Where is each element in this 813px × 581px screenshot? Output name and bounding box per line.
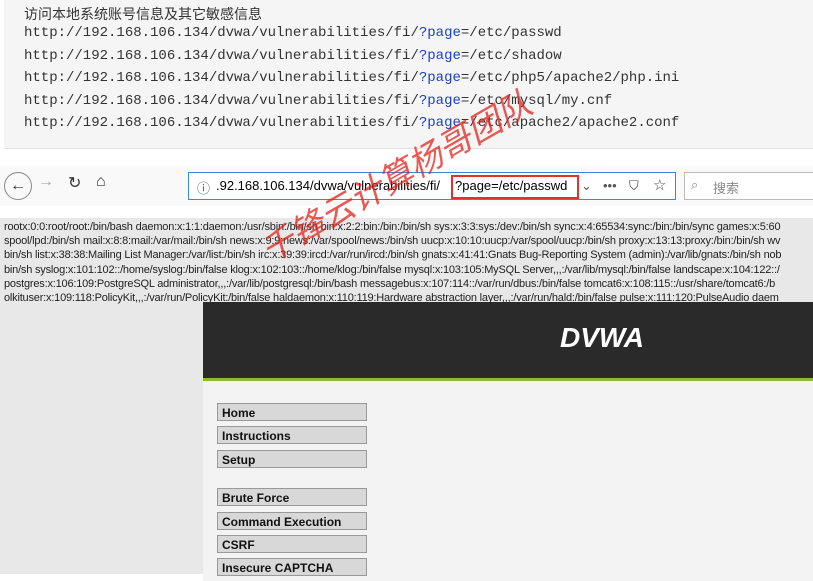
menu-item[interactable]: CSRF [217, 535, 367, 553]
dvwa-menu: Home Instructions Setup Brute Force Command … [203, 381, 813, 581]
url-value: =/etc/apache2/apache2.conf [460, 115, 680, 132]
page-content: rootx:0:0:root/root:/bin/bash daemon:x:1… [0, 218, 813, 581]
dvwa-logo: DVWA [560, 322, 644, 353]
menu-item[interactable]: Instructions [217, 426, 367, 444]
search-input[interactable]: ⌕ 搜索 [684, 172, 813, 200]
back-icon[interactable]: ← [4, 172, 32, 200]
passwd-line: postgres:x:106:109:PostgreSQL administra… [4, 277, 776, 290]
search-icon: ⌕ [691, 177, 699, 192]
url-bar[interactable]: ⓘ .92.168.106.134/dvwa/vulnerabilities/f… [188, 172, 676, 200]
url-line: http://192.168.106.134/dvwa/vulnerabilit… [24, 70, 679, 86]
url-param: ?page [418, 92, 461, 109]
chevron-down-icon[interactable]: ⌄ [581, 178, 592, 194]
url-value: =/etc/mysql/my.cnf [460, 92, 613, 109]
menu-item[interactable]: Setup [217, 450, 367, 468]
pocket-icon[interactable]: ⛉ [629, 178, 639, 194]
notes-panel: 访问本地系统账号信息及其它敏感信息 http://192.168.106.134… [4, 0, 813, 149]
more-icon[interactable]: ••• [603, 178, 617, 193]
info-icon[interactable]: ⓘ [197, 178, 210, 197]
url-line: http://192.168.106.134/dvwa/vulnerabilit… [24, 93, 612, 109]
passwd-line: spool/lpd:/bin/sh mail:x:8:8:mail:/var/m… [4, 235, 781, 248]
menu-item[interactable]: Command Execution [217, 512, 367, 530]
url-base: http://192.168.106.134/dvwa/vulnerabilit… [24, 70, 419, 87]
url-base: http://192.168.106.134/dvwa/vulnerabilit… [24, 115, 419, 132]
url-line: http://192.168.106.134/dvwa/vulnerabilit… [24, 25, 562, 41]
home-icon[interactable]: ⌂ [96, 173, 106, 191]
highlight-box [451, 175, 579, 199]
menu-item[interactable]: Brute Force [217, 488, 367, 506]
menu-item[interactable]: Insecure CAPTCHA [217, 558, 367, 576]
menu-item[interactable]: Home [217, 403, 367, 421]
dvwa-header: DVWA [203, 302, 813, 381]
url-base: http://192.168.106.134/dvwa/vulnerabilit… [24, 47, 419, 64]
url-line: http://192.168.106.134/dvwa/vulnerabilit… [24, 115, 679, 131]
url-value: =/etc/php5/apache2/php.ini [460, 70, 680, 87]
bookmark-star-icon[interactable]: ☆ [653, 176, 666, 194]
passwd-output: rootx:0:0:root/root:/bin/bash daemon:x:1… [4, 220, 782, 305]
passwd-line: bin/sh syslog:x:101:102::/home/syslog:/b… [4, 263, 780, 276]
passwd-line: bin/sh list:x:38:38:Mailing List Manager… [4, 249, 782, 262]
url-param: ?page [418, 115, 461, 132]
reload-icon[interactable]: ↻ [68, 173, 81, 193]
url-line: http://192.168.106.134/dvwa/vulnerabilit… [24, 48, 562, 64]
url-param: ?page [418, 70, 461, 87]
url-base: http://192.168.106.134/dvwa/vulnerabilit… [24, 25, 419, 41]
passwd-line: rootx:0:0:root/root:/bin/bash daemon:x:1… [4, 221, 781, 233]
url-param: ?page [418, 47, 461, 64]
browser-toolbar: ← → ↻ ⌂ ⓘ .92.168.106.134/dvwa/vulnerabi… [0, 166, 813, 206]
url-value: =/etc/passwd [460, 25, 562, 41]
url-prefix: .92.168.106.134/dvwa/vulnerabilities/fi/ [216, 178, 441, 193]
url-value: =/etc/shadow [460, 47, 562, 64]
url-param: ?page [418, 25, 461, 41]
url-base: http://192.168.106.134/dvwa/vulnerabilit… [24, 92, 419, 109]
notes-title: 访问本地系统账号信息及其它敏感信息 [24, 6, 262, 22]
forward-icon[interactable]: → [38, 173, 54, 191]
